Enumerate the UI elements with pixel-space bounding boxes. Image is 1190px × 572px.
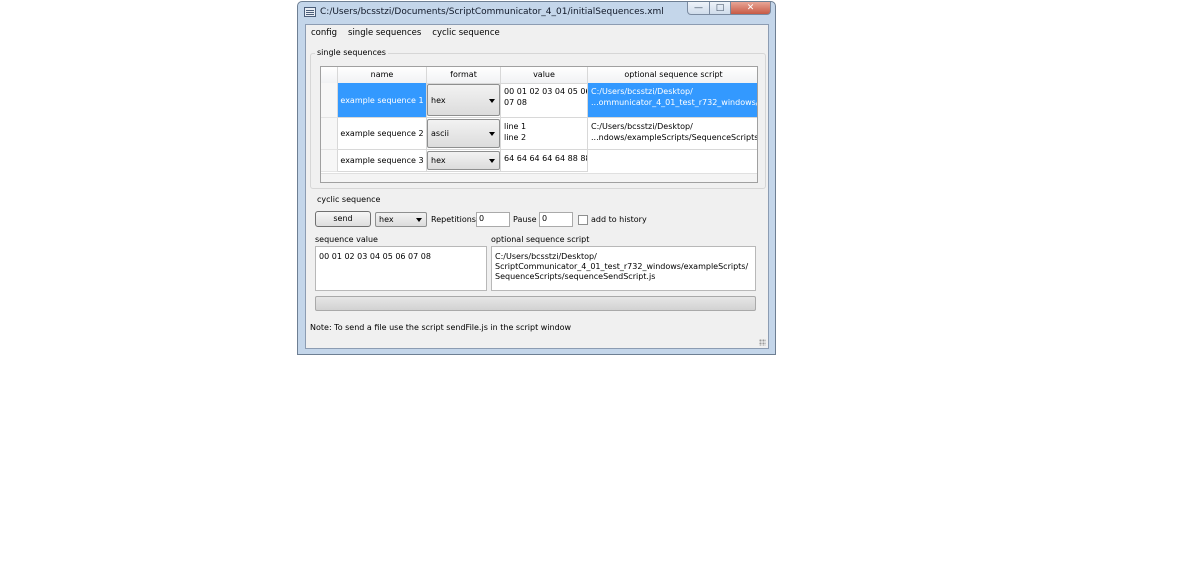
close-button[interactable]: ✕ xyxy=(731,2,771,15)
client-area: config single sequences cyclic sequence … xyxy=(305,24,769,349)
cell-script[interactable]: C:/Users/bcsstzi/Desktop/ ...ndows/examp… xyxy=(588,118,757,150)
minimize-button[interactable]: — xyxy=(687,2,710,15)
cell-name[interactable]: example sequence 1 xyxy=(338,83,427,118)
cell-value[interactable]: line 1 line 2 xyxy=(501,118,588,150)
row-header[interactable] xyxy=(321,83,338,118)
format-combobox[interactable]: ascii xyxy=(427,119,500,148)
app-icon xyxy=(304,7,316,17)
chevron-down-icon xyxy=(489,132,495,136)
maximize-button[interactable]: □ xyxy=(710,2,731,15)
window-title: C:/Users/bcsstzi/Documents/ScriptCommuni… xyxy=(320,7,664,17)
cyclic-format-value: hex xyxy=(379,215,394,224)
chevron-down-icon xyxy=(416,218,422,222)
column-header-name[interactable]: name xyxy=(338,67,427,83)
cell-value[interactable]: 64 64 64 64 64 88 88 xyxy=(501,150,588,172)
note-text: Note: To send a file use the script send… xyxy=(310,323,572,332)
cell-script[interactable] xyxy=(588,150,757,172)
menu-single-sequences[interactable]: single sequences xyxy=(343,25,427,40)
column-header-format[interactable]: format xyxy=(427,67,501,83)
column-header-value[interactable]: value xyxy=(501,67,588,83)
sequence-value-field[interactable]: 00 01 02 03 04 05 06 07 08 xyxy=(315,246,487,291)
cell-name[interactable]: example sequence 2 xyxy=(338,118,427,150)
cell-format: hex xyxy=(427,150,501,172)
pause-input[interactable]: 0 xyxy=(539,212,573,227)
menu-cyclic-sequence[interactable]: cyclic sequence xyxy=(427,25,505,40)
repetitions-label: Repetitions xyxy=(431,215,476,224)
format-value: hex xyxy=(431,96,446,105)
corner-header[interactable] xyxy=(321,67,338,83)
repetitions-input[interactable]: 0 xyxy=(476,212,510,227)
add-to-history-label: add to history xyxy=(591,215,647,224)
title-bar[interactable]: C:/Users/bcsstzi/Documents/ScriptCommuni… xyxy=(298,2,775,22)
format-value: ascii xyxy=(431,129,449,138)
horizontal-scrollbar[interactable] xyxy=(321,173,757,182)
main-window: C:/Users/bcsstzi/Documents/ScriptCommuni… xyxy=(297,1,776,355)
single-sequences-title: single sequences xyxy=(315,48,388,57)
chevron-down-icon xyxy=(489,159,495,163)
window-controls: — □ ✕ xyxy=(687,2,771,16)
chevron-down-icon xyxy=(489,99,495,103)
cell-script[interactable]: C:/Users/bcsstzi/Desktop/ ...ommunicator… xyxy=(588,83,757,118)
resize-grip-icon[interactable] xyxy=(759,339,766,346)
cell-format: hex xyxy=(427,83,501,118)
menu-config[interactable]: config xyxy=(306,25,343,40)
pause-label: Pause xyxy=(513,215,537,224)
row-header[interactable] xyxy=(321,118,338,150)
format-combobox[interactable]: hex xyxy=(427,84,500,116)
sequences-table: name format value optional sequence scri… xyxy=(320,66,758,183)
table-header: name format value optional sequence scri… xyxy=(321,67,757,84)
cell-name[interactable]: example sequence 3 xyxy=(338,150,427,172)
progress-bar xyxy=(315,296,756,311)
add-to-history-checkbox[interactable] xyxy=(578,215,588,225)
format-combobox[interactable]: hex xyxy=(427,151,500,170)
sequence-script-field[interactable]: C:/Users/bcsstzi/Desktop/ ScriptCommunic… xyxy=(491,246,756,291)
sequence-value-label: sequence value xyxy=(315,235,378,244)
single-sequences-group: single sequences name format value optio… xyxy=(310,48,766,189)
send-button[interactable]: send xyxy=(315,211,371,227)
column-header-script[interactable]: optional sequence script xyxy=(588,67,757,83)
format-value: hex xyxy=(431,156,446,165)
optional-script-label: optional sequence script xyxy=(491,235,590,244)
cyclic-sequence-title: cyclic sequence xyxy=(315,195,383,204)
row-header[interactable] xyxy=(321,150,338,172)
cyclic-format-combobox[interactable]: hex xyxy=(375,212,427,227)
cell-format: ascii xyxy=(427,118,501,150)
menu-bar: config single sequences cyclic sequence xyxy=(306,25,506,40)
cell-value[interactable]: 00 01 02 03 04 05 06 07 08 xyxy=(501,83,588,118)
